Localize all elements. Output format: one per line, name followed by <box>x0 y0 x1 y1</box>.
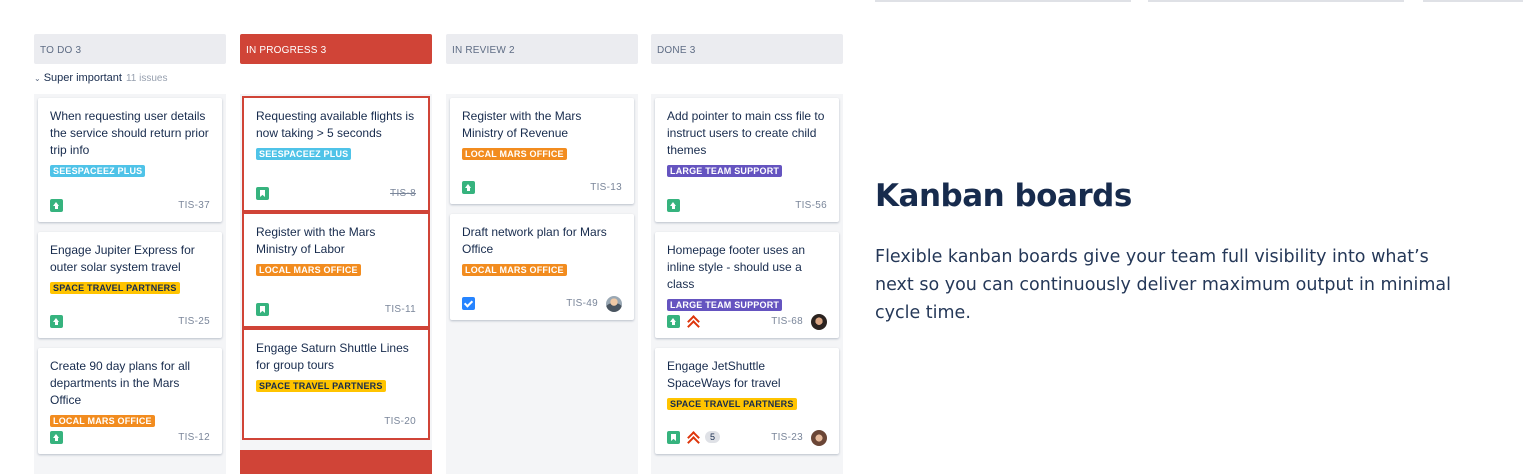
column-header-in-progress[interactable]: IN PROGRESS 3 <box>240 34 432 64</box>
card-summary: Draft network plan for Mars Office <box>462 225 607 256</box>
epic-label[interactable]: LOCAL MARS OFFICE <box>462 264 567 276</box>
column-in-review: Register with the Mars Ministry of Reven… <box>446 94 638 474</box>
column-count: 3 <box>689 45 696 56</box>
issue-card[interactable]: Homepage footer uses an inline style - s… <box>655 232 839 338</box>
issue-key[interactable]: TIS-13 <box>590 182 622 193</box>
epic-label[interactable]: LOCAL MARS OFFICE <box>462 148 567 160</box>
issue-card[interactable]: Create 90 day plans for all departments … <box>38 348 222 454</box>
issue-key[interactable]: TIS-37 <box>178 200 210 211</box>
issue-key[interactable]: TIS-68 <box>771 316 803 327</box>
card-summary: Requesting available flights is now taki… <box>256 109 415 140</box>
card-summary: Register with the Mars Ministry of Labor <box>256 225 376 256</box>
swimlane-issue-count: 11 issues <box>125 73 168 84</box>
tab-indicator <box>1148 0 1404 2</box>
issue-card[interactable]: Engage Saturn Shuttle Lines for group to… <box>242 328 430 440</box>
issue-key[interactable]: TIS-11 <box>385 304 416 315</box>
epic-label[interactable]: LOCAL MARS OFFICE <box>256 264 361 276</box>
improvement-icon <box>50 431 63 444</box>
epic-label[interactable]: LARGE TEAM SUPPORT <box>667 165 783 177</box>
priority-highest-icon <box>686 430 700 446</box>
issue-key[interactable]: TIS-20 <box>384 416 416 427</box>
assignee-avatar[interactable] <box>811 430 827 446</box>
epic-label[interactable]: SEESPACEEZ PLUS <box>50 165 146 177</box>
column-count: 2 <box>509 45 515 56</box>
issue-key[interactable]: TIS-23 <box>771 432 803 443</box>
column-header-in-review[interactable]: IN REVIEW 2 <box>446 34 638 64</box>
issue-card[interactable]: Register with the Mars Ministry of Reven… <box>450 98 634 204</box>
epic-label[interactable]: SPACE TRAVEL PARTNERS <box>50 282 180 294</box>
issue-key[interactable]: TIS-8 <box>390 188 416 199</box>
improvement-icon <box>667 199 680 212</box>
column-count: 3 <box>75 45 82 56</box>
assignee-avatar[interactable] <box>606 296 622 312</box>
issue-key[interactable]: TIS-12 <box>178 432 210 443</box>
improvement-icon <box>462 181 475 194</box>
column-title: DONE <box>657 45 687 56</box>
epic-label[interactable]: SPACE TRAVEL PARTNERS <box>256 380 386 392</box>
improvement-icon <box>667 315 680 328</box>
issue-card[interactable]: Engage Jupiter Express for outer solar s… <box>38 232 222 338</box>
column-title: IN REVIEW <box>452 45 507 56</box>
improvement-icon <box>50 315 63 328</box>
chevron-down-icon[interactable]: ⌄ <box>34 74 41 83</box>
assignee-avatar[interactable] <box>811 314 827 330</box>
top-tab-strip <box>875 0 1523 2</box>
issue-key[interactable]: TIS-49 <box>566 298 598 309</box>
swimlane-header[interactable]: ⌄ Super important 11 issues <box>34 72 167 84</box>
card-summary: Engage JetShuttle SpaceWays for travel <box>667 359 781 390</box>
priority-highest-icon <box>686 314 700 330</box>
column-header-done[interactable]: DONE 3 <box>651 34 843 64</box>
card-summary: Engage Jupiter Express for outer solar s… <box>50 243 195 274</box>
story-icon <box>256 187 269 200</box>
epic-label[interactable]: LOCAL MARS OFFICE <box>50 415 155 427</box>
epic-label[interactable]: SEESPACEEZ PLUS <box>256 148 352 160</box>
tab-indicator <box>875 0 1131 2</box>
task-icon <box>462 297 475 310</box>
card-summary: Add pointer to main css file to instruct… <box>667 109 825 157</box>
issue-key[interactable]: TIS-25 <box>178 316 210 327</box>
section-title: Kanban boards <box>875 178 1132 214</box>
epic-label[interactable]: LARGE TEAM SUPPORT <box>667 299 783 311</box>
issue-card[interactable]: Register with the Mars Ministry of Labor… <box>242 212 430 328</box>
card-summary: When requesting user details the service… <box>50 109 209 157</box>
story-icon <box>667 431 680 444</box>
issue-key[interactable]: TIS-56 <box>795 200 827 211</box>
card-summary: Register with the Mars Ministry of Reven… <box>462 109 582 140</box>
column-title: TO DO <box>40 45 73 56</box>
story-points-badge: 5 <box>705 431 721 443</box>
column-in-progress: Requesting available flights is now taki… <box>240 94 432 474</box>
issue-card[interactable]: Engage JetShuttle SpaceWays for travel S… <box>655 348 839 454</box>
issue-card[interactable]: Add pointer to main css file to instruct… <box>655 98 839 222</box>
issue-card[interactable]: When requesting user details the service… <box>38 98 222 222</box>
epic-label[interactable]: SPACE TRAVEL PARTNERS <box>667 398 797 410</box>
column-header-todo[interactable]: TO DO 3 <box>34 34 226 64</box>
story-icon <box>256 303 269 316</box>
column-todo: When requesting user details the service… <box>34 94 226 474</box>
card-summary: Engage Saturn Shuttle Lines for group to… <box>256 341 409 372</box>
card-summary: Create 90 day plans for all departments … <box>50 359 191 407</box>
column-count: 3 <box>320 45 327 56</box>
swimlane-name: Super important <box>43 72 122 84</box>
issue-card[interactable]: Draft network plan for Mars Office LOCAL… <box>450 214 634 320</box>
section-description: Flexible kanban boards give your team fu… <box>875 247 1451 323</box>
column-done: Add pointer to main css file to instruct… <box>651 94 843 474</box>
column-title: IN PROGRESS <box>246 45 318 56</box>
card-summary: Homepage footer uses an inline style - s… <box>667 243 806 291</box>
improvement-icon <box>50 199 63 212</box>
issue-card[interactable]: Requesting available flights is now taki… <box>242 96 430 212</box>
tab-indicator <box>1423 0 1523 2</box>
